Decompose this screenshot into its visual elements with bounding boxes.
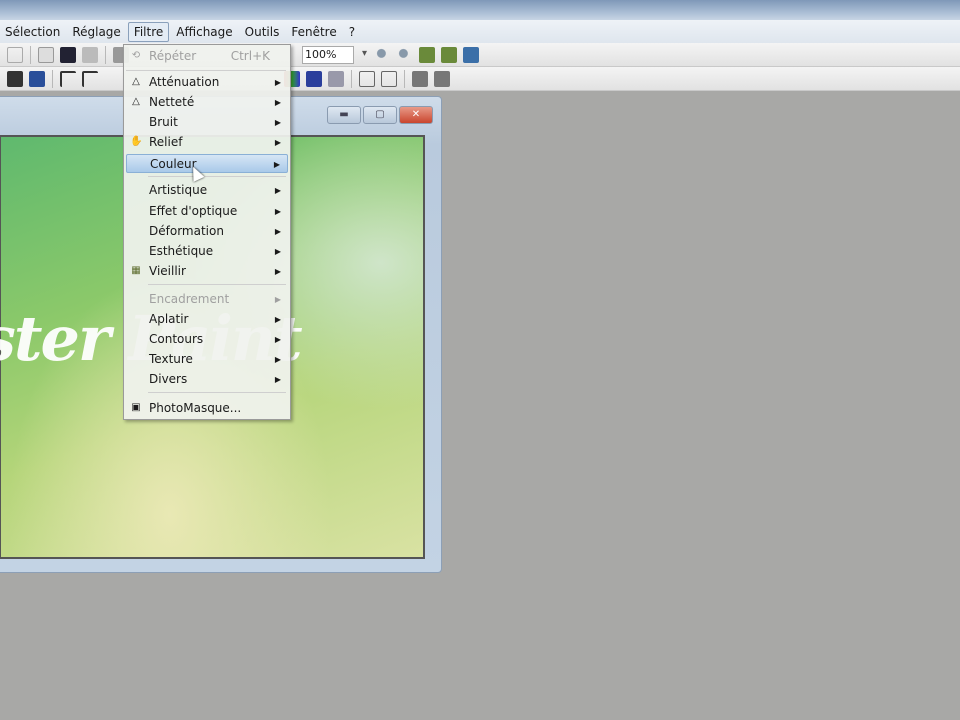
- menu-item-label: Aplatir: [149, 312, 189, 326]
- submenu-arrow-icon: ▶: [274, 227, 281, 236]
- flip-icon[interactable]: [359, 70, 375, 87]
- menu-item-label: Encadrement: [149, 292, 230, 306]
- menu-item-label: Effet d'optique: [149, 204, 238, 218]
- close-button[interactable]: ✕: [399, 106, 433, 124]
- menu-item-label: Texture: [149, 352, 193, 366]
- menu-affichage[interactable]: Affichage: [171, 23, 237, 41]
- color-balance-icon[interactable]: [306, 70, 322, 87]
- submenu-arrow-icon: ▶: [274, 186, 281, 195]
- submenu-arrow-icon: ▶: [274, 118, 281, 127]
- menu-item-relief[interactable]: ✋ Relief ▶: [126, 133, 288, 152]
- menu-item-vieillir[interactable]: ▦ Vieillir ▶: [126, 262, 288, 281]
- vieillir-icon: ▦: [131, 265, 141, 276]
- rotate-alt-icon[interactable]: [434, 70, 450, 87]
- menu-fenetre[interactable]: Fenêtre: [286, 23, 341, 41]
- dropper-alt-icon[interactable]: [29, 70, 45, 87]
- toolbar-separator: [52, 69, 53, 88]
- menu-separator: [148, 176, 286, 177]
- crop-icon[interactable]: [60, 70, 76, 87]
- menu-item-label: Relief: [149, 135, 183, 149]
- relief-icon: ✋: [130, 136, 143, 147]
- crop-alt-icon[interactable]: [82, 70, 98, 87]
- menu-item-contours[interactable]: Contours ▶: [126, 330, 288, 349]
- submenu-arrow-icon: ▶: [274, 267, 281, 276]
- fit-window-icon[interactable]: [419, 46, 435, 63]
- menu-item-label: Déformation: [149, 224, 224, 238]
- submenu-arrow-icon: ▶: [274, 295, 281, 304]
- submenu-arrow-icon: ▶: [274, 78, 281, 87]
- menu-item-label: PhotoMasque...: [149, 401, 242, 415]
- menu-separator: [148, 284, 286, 285]
- repeat-icon: ⟲: [131, 50, 141, 61]
- menu-item-artistique[interactable]: Artistique ▶: [126, 181, 288, 200]
- submenu-arrow-icon: ▶: [274, 335, 281, 344]
- menu-bar: Sélection Réglage Filtre Affichage Outil…: [0, 20, 960, 43]
- toolbar-separator: [105, 45, 106, 64]
- submenu-arrow-icon: ▶: [273, 160, 280, 169]
- menu-item-effet-d-optique[interactable]: Effet d'optique ▶: [126, 202, 288, 221]
- toolbar-separator: [404, 69, 405, 88]
- actual-size-icon[interactable]: [441, 46, 457, 63]
- menu-item-repeter[interactable]: ⟲ Répéter Ctrl+K: [126, 47, 288, 66]
- menu-item-label: Artistique: [149, 183, 208, 197]
- menu-item-label: Esthétique: [149, 244, 214, 258]
- toolbar-separator: [351, 69, 352, 88]
- menu-separator: [148, 392, 286, 393]
- menu-item-photomasque[interactable]: ▣ PhotoMasque...: [126, 399, 288, 418]
- menu-item-netteté[interactable]: △ Netteté ▶: [126, 93, 288, 112]
- submenu-arrow-icon: ▶: [274, 355, 281, 364]
- menu-item-label: Bruit: [149, 115, 178, 129]
- menu-item-encadrement[interactable]: Encadrement ▶: [126, 290, 288, 309]
- copy-icon[interactable]: [82, 46, 98, 63]
- menu-item-label: Netteté: [149, 95, 195, 109]
- grayscale-icon[interactable]: [328, 70, 344, 87]
- menu-item-label: Contours: [149, 332, 204, 346]
- fullscreen-icon[interactable]: [463, 46, 479, 63]
- menu-item-bruit[interactable]: Bruit ▶: [126, 113, 288, 132]
- menu-item-esthétique[interactable]: Esthétique ▶: [126, 242, 288, 261]
- submenu-arrow-icon: ▶: [274, 375, 281, 384]
- menu-item-atténuation[interactable]: △ Atténuation ▶: [126, 73, 288, 92]
- menu-filtre[interactable]: Filtre: [127, 21, 170, 42]
- submenu-arrow-icon: ▶: [274, 247, 281, 256]
- zoom-select[interactable]: 100%: [302, 45, 367, 64]
- drop-icon: △: [132, 96, 140, 107]
- submenu-arrow-icon: ▶: [274, 98, 281, 107]
- menu-selection[interactable]: Sélection: [0, 23, 65, 41]
- menu-item-aplatir[interactable]: Aplatir ▶: [126, 310, 288, 329]
- menu-separator: [126, 70, 286, 71]
- menu-item-déformation[interactable]: Déformation ▶: [126, 222, 288, 241]
- menu-item-label: Divers: [149, 372, 188, 386]
- minimize-button[interactable]: ▬: [327, 106, 361, 124]
- filter-menu: ⟲ Répéter Ctrl+K △ Atténuation ▶ △ Netteté ▶ B…: [123, 44, 291, 420]
- zoom-in-icon[interactable]: [375, 46, 391, 63]
- submenu-arrow-icon: ▶: [274, 207, 281, 216]
- menu-item-divers[interactable]: Divers ▶: [126, 370, 288, 389]
- menu-reglage[interactable]: Réglage: [67, 23, 126, 41]
- menu-item-label: Vieillir: [149, 264, 186, 278]
- menu-item-couleur[interactable]: Couleur ▶: [126, 154, 288, 173]
- invert-icon[interactable]: [60, 46, 76, 63]
- drop-icon: △: [132, 76, 140, 87]
- toolbar-separator: [30, 45, 31, 64]
- rotate-icon[interactable]: [412, 70, 428, 87]
- zoom-out-icon[interactable]: [397, 46, 413, 63]
- submenu-arrow-icon: ▶: [274, 315, 281, 324]
- photomasque-icon: ▣: [131, 402, 141, 413]
- menu-item-label: Atténuation: [149, 75, 220, 89]
- maximize-button[interactable]: ▢: [363, 106, 397, 124]
- app-title-bar: [0, 0, 960, 20]
- menu-help[interactable]: ?: [344, 23, 360, 41]
- flip-vertical-icon[interactable]: [381, 70, 397, 87]
- new-icon[interactable]: [38, 46, 54, 63]
- dropper-icon[interactable]: [7, 70, 23, 87]
- menu-outils[interactable]: Outils: [240, 23, 285, 41]
- submenu-arrow-icon: ▶: [274, 138, 281, 147]
- menu-item-texture[interactable]: Texture ▶: [126, 350, 288, 369]
- redo-icon[interactable]: [7, 46, 23, 63]
